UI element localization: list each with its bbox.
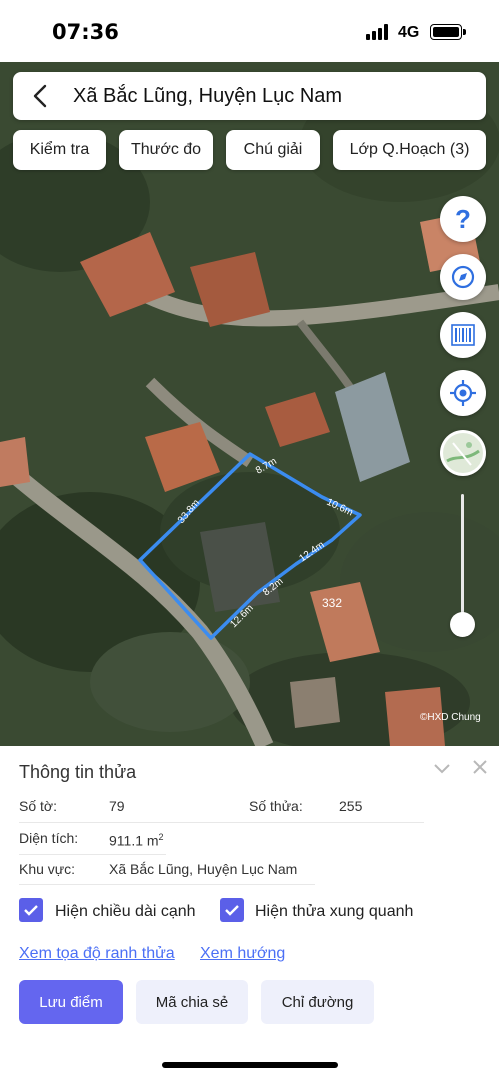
help-button[interactable]: ? [440,196,486,242]
chevron-down-icon[interactable] [432,758,452,778]
network-label: 4G [398,24,420,41]
area-number: 911.1 m [109,832,159,849]
compass-button[interactable] [440,254,486,300]
question-icon: ? [455,203,471,234]
location-title: Xã Bắc Lũng, Huyện Lục Nam [73,85,343,107]
back-icon[interactable] [27,82,55,110]
parcel-info-panel: Thông tin thửa Số tờ: 79 Số thửa: 255 Di… [0,746,499,1080]
show-neighbors-checkbox[interactable] [220,898,244,922]
legend-button[interactable]: Chú giải [226,130,320,170]
region-value: Xã Bắc Lũng, Huyện Lục Nam [109,861,298,877]
sheet-number-label: Số tờ: [19,798,57,814]
compass-icon [451,265,475,289]
parcel-number-label: Số thửa: [249,798,303,814]
signal-icon [366,24,390,40]
neighbor-parcel-label: 332 [322,596,342,610]
sheet-number-value: 79 [109,798,125,814]
checkmark-icon [225,905,239,916]
close-icon[interactable] [471,758,489,776]
divider [19,884,315,885]
status-time: 07:36 [52,20,119,44]
map-type-button[interactable] [440,430,486,476]
locate-button[interactable] [440,370,486,416]
measure-button[interactable]: Thước đo [119,130,213,170]
crosshair-icon [450,380,476,406]
battery-icon [430,24,466,40]
barcode-button[interactable] [440,312,486,358]
status-bar: 07:36 4G [0,0,499,62]
directions-button[interactable]: Chỉ đường [261,980,374,1024]
view-direction-link[interactable]: Xem hướng [200,945,285,963]
planning-layers-button[interactable]: Lớp Q.Hoạch (3) [333,130,486,170]
area-unit-superscript: 2 [158,832,164,842]
divider [19,854,166,855]
save-point-button[interactable]: Lưu điểm [19,980,123,1024]
region-label: Khu vực: [19,861,76,877]
checkmark-icon [24,905,38,916]
show-edge-length-label[interactable]: Hiện chiều dài cạnh [55,903,196,921]
area-label: Diện tích: [19,830,79,846]
barcode-icon [451,324,475,346]
panel-title: Thông tin thửa [19,762,137,782]
check-button[interactable]: Kiểm tra [13,130,106,170]
parcel-number-value: 255 [339,798,363,814]
zoom-slider-handle[interactable] [450,612,475,637]
home-indicator [162,1062,338,1068]
share-code-button[interactable]: Mã chia sẻ [136,980,248,1024]
map-thumbnail-icon [443,433,483,473]
show-neighbors-label[interactable]: Hiện thửa xung quanh [255,903,413,921]
area-value: 911.1 m2 [109,832,164,849]
map-copyright: ©HXD Chung [420,712,481,723]
divider [19,822,424,823]
location-bar[interactable]: Xã Bắc Lũng, Huyện Lục Nam [13,72,486,120]
view-boundary-coordinates-link[interactable]: Xem tọa độ ranh thửa [19,945,175,963]
zoom-slider-track[interactable] [461,494,464,624]
show-edge-length-checkbox[interactable] [19,898,43,922]
